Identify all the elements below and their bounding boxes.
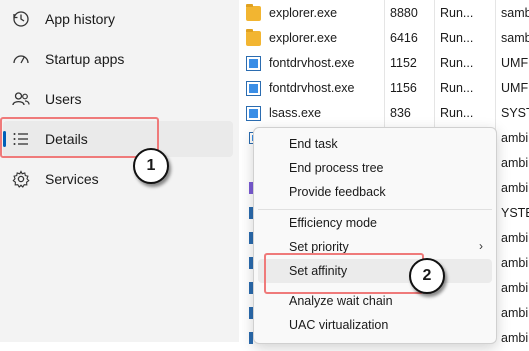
annotation-highlight-set-affinity [264,253,424,294]
menu-item-label: Provide feedback [289,185,386,199]
menu-item-label: Analyze wait chain [289,294,393,308]
process-name: fontdrvhost.exe [269,81,355,95]
process-status: Run... [440,106,474,120]
table-row[interactable]: fontdrvhost.exe 1156 Run... UMFD- [239,76,529,101]
process-status: Run... [440,81,474,95]
sidebar: App history Startup apps Users Details S… [0,0,239,342]
process-user: sambi [501,6,529,20]
process-user: ambi [501,181,529,195]
window-icon [246,106,261,121]
menu-item-label: UAC virtualization [289,318,389,332]
menu-item-end-process-tree[interactable]: End process tree [258,156,492,180]
process-user: sambi [501,31,529,45]
table-row[interactable]: fontdrvhost.exe 1152 Run... UMFD- [239,51,529,76]
process-status: Run... [440,56,474,70]
sidebar-item-label: Users [45,91,82,107]
table-row[interactable]: explorer.exe 6416 Run... sambi [239,26,529,51]
menu-separator [258,209,492,210]
menu-item-efficiency-mode[interactable]: Efficiency mode [258,211,492,235]
process-pid: 1156 [390,81,417,95]
menu-item-provide-feedback[interactable]: Provide feedback [258,180,492,204]
chevron-right-icon: › [479,239,483,253]
sidebar-item-app-history[interactable]: App history [0,1,233,37]
process-user: SYSTEM [501,106,529,120]
process-pid: 1152 [390,56,417,70]
table-row[interactable]: lsass.exe 836 Run... SYSTEM [239,101,529,126]
annotation-step-2: 2 [409,258,445,294]
menu-item-label: End task [289,137,338,151]
menu-item-uac-virtualization[interactable]: UAC virtualization [258,313,492,337]
process-name: lsass.exe [269,106,322,120]
process-name: fontdrvhost.exe [269,56,355,70]
users-icon [12,92,30,106]
context-menu: End task End process tree Provide feedba… [253,127,497,344]
annotation-step-1: 1 [133,148,169,184]
process-user: UMFD- [501,56,529,70]
menu-item-label: Set priority [289,240,349,254]
process-status: Run... [440,31,474,45]
annotation-highlight-details [0,117,159,158]
folder-icon [246,4,261,21]
process-status: Run... [440,6,474,20]
process-user: ambi [501,256,529,270]
window-icon [246,81,261,96]
process-user: ambi [501,231,529,245]
sidebar-item-label: App history [45,11,116,27]
process-user: ambi [501,331,529,345]
process-user: ambi [501,131,529,145]
menu-item-end-task[interactable]: End task [258,132,492,156]
menu-item-label: Efficiency mode [289,216,378,230]
history-icon [13,11,29,27]
process-user: UMFD- [501,81,529,95]
sidebar-item-services[interactable]: Services [0,161,233,197]
process-user: ambi [501,306,529,320]
process-pid: 8880 [390,6,418,20]
sidebar-item-label: Startup apps [45,51,125,67]
process-name: explorer.exe [269,31,338,45]
process-pid: 836 [390,106,411,120]
gear-icon [12,170,30,188]
process-name: explorer.exe [269,6,338,20]
speedometer-icon [13,55,29,64]
sidebar-item-startup-apps[interactable]: Startup apps [0,41,233,77]
folder-icon [246,29,261,46]
menu-item-label: End process tree [289,161,384,175]
sidebar-item-users[interactable]: Users [0,81,233,117]
table-row[interactable]: explorer.exe 8880 Run... sambi [239,1,529,26]
sidebar-item-label: Services [45,171,99,187]
window-icon [246,56,261,71]
process-user: YSTEM [501,206,529,220]
process-user: ambi [501,281,529,295]
process-user: ambi [501,156,529,170]
process-pid: 6416 [390,31,418,45]
